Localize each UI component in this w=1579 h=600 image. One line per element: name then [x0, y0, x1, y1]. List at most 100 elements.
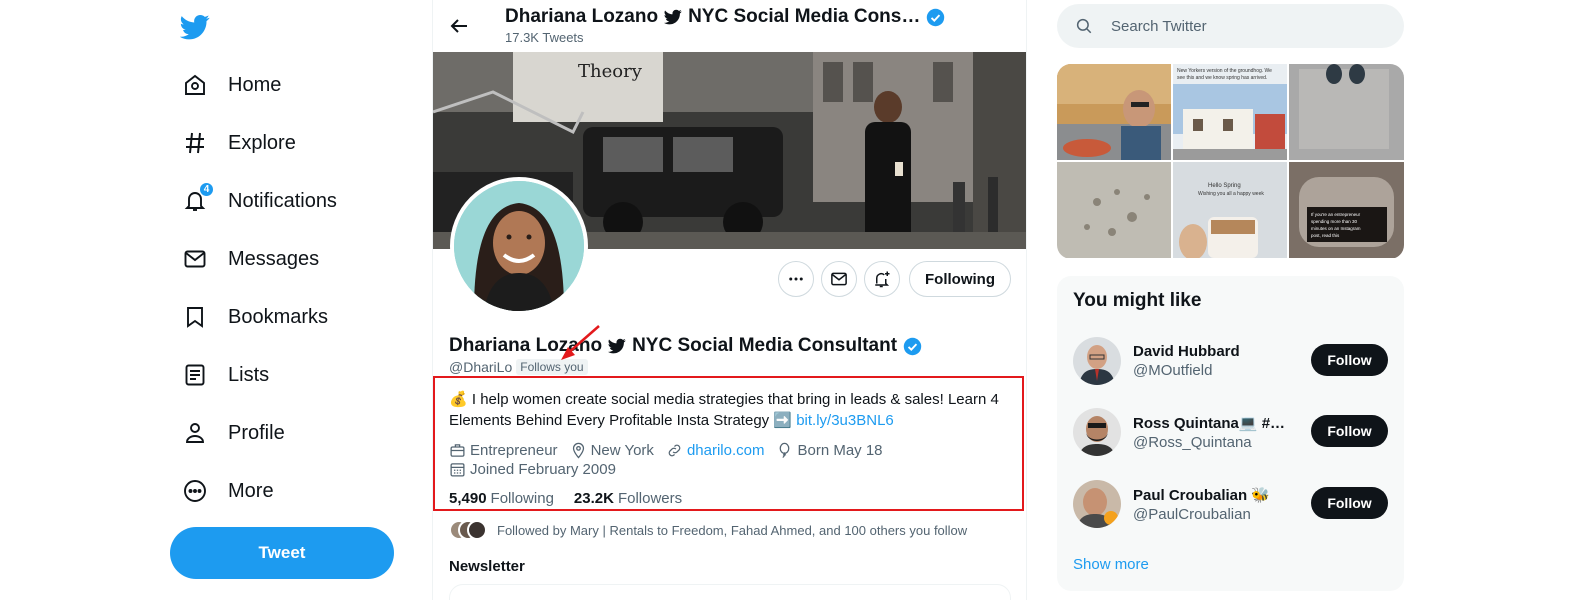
newsletter-card[interactable]	[449, 584, 1011, 600]
header-display-name: Dhariana Lozano NYC Social Media Cons…	[505, 6, 945, 28]
mutual-avatar	[467, 520, 487, 540]
suggested-user[interactable]: Paul Croubalian 🐝 @PaulCroubalian Follow	[1073, 476, 1388, 532]
profile-bio: 💰 I help women create social media strat…	[449, 389, 1009, 431]
nav-notifications[interactable]: 4 Notifications	[170, 177, 349, 225]
bird-emoji-icon	[608, 337, 626, 355]
header-name-suffix: NYC Social Media Cons…	[688, 6, 921, 27]
follow-stats: 5,490 Following 23.2K Followers	[449, 490, 702, 507]
category-text: Entrepreneur	[470, 442, 558, 459]
who-to-follow-title: You might like	[1073, 290, 1202, 311]
nav-lists-label: Lists	[228, 363, 270, 386]
profile-column: Dhariana Lozano NYC Social Media Cons… 1…	[432, 0, 1027, 600]
bell-plus-icon	[873, 270, 891, 288]
suggested-user[interactable]: David Hubbard @MOutfield Follow	[1073, 333, 1388, 389]
nav-more-label: More	[228, 479, 274, 502]
arrow-emoji: ➡️	[773, 412, 793, 429]
website-item: dharilo.com	[666, 442, 765, 459]
joined-item: Joined February 2009	[449, 461, 616, 478]
tile-caption: Hello Spring	[1208, 183, 1241, 189]
media-tile[interactable]: New Yorkers version of the groundhog. We…	[1173, 64, 1287, 160]
link-icon	[668, 444, 681, 457]
suggested-user-name: Paul Croubalian 🐝	[1133, 486, 1271, 504]
followed-by-text: Followed by Mary | Rentals to Freedom, F…	[497, 522, 968, 538]
bio-link[interactable]: bit.ly/3u3BNL6	[796, 412, 894, 429]
location-pin-icon	[572, 442, 584, 459]
follow-button[interactable]: Follow	[1311, 344, 1388, 376]
location-item: New York	[570, 442, 654, 459]
hashtag-icon	[182, 130, 208, 156]
list-icon	[182, 362, 208, 388]
suggested-user[interactable]: Ross Quintana💻 #A… @Ross_Quintana Follow	[1073, 404, 1388, 460]
website-link[interactable]: dharilo.com	[687, 442, 765, 459]
nav-explore-label: Explore	[228, 131, 296, 154]
nav-home[interactable]: Home	[170, 61, 293, 109]
nav-notifications-label: Notifications	[228, 189, 337, 212]
nav-bookmarks-label: Bookmarks	[228, 305, 329, 328]
followers-count: 23.2K	[573, 490, 614, 507]
profile-avatar[interactable]	[450, 177, 588, 315]
tile-caption-line2: spending more than 30	[1311, 219, 1358, 224]
tile-caption: If you're an entrepreneur	[1311, 212, 1361, 217]
followed-by-row[interactable]: Followed by Mary | Rentals to Freedom, F…	[449, 520, 967, 540]
notify-button[interactable]	[864, 261, 900, 297]
bio-text: I help women create social media strateg…	[449, 391, 999, 429]
bookmark-icon	[182, 304, 208, 330]
profile-name-suffix: NYC Social Media Consultant	[632, 335, 898, 356]
birthday-item: Born May 18	[776, 442, 883, 459]
location-text: New York	[590, 442, 654, 459]
who-to-follow-panel: You might like David Hubbard @MOutfield …	[1057, 276, 1404, 591]
header-name-text: Dhariana Lozano	[505, 6, 659, 27]
nav-explore[interactable]: Explore	[170, 119, 308, 167]
more-options-button[interactable]	[778, 261, 814, 297]
tweet-count: 17.3K Tweets	[505, 30, 584, 45]
following-count-link[interactable]: 5,490 Following	[449, 490, 554, 507]
birthday-text: Born May 18	[797, 442, 883, 459]
profile-metadata: Entrepreneur New York dharilo.com Born M…	[449, 441, 1009, 479]
person-icon	[182, 420, 208, 446]
profile-media-grid: New Yorkers version of the groundhog. We…	[1057, 64, 1404, 259]
show-more-link[interactable]: Show more	[1073, 556, 1149, 573]
verified-badge-icon	[903, 337, 922, 356]
tile-caption-line2: see this and we know spring has arrived.	[1177, 75, 1267, 81]
bell-icon: 4	[182, 182, 214, 214]
profile-handle-row: @DhariLo Follows you	[449, 359, 588, 375]
more-circle-icon	[182, 478, 208, 504]
suggested-user-avatar	[1073, 480, 1121, 528]
tile-caption: New Yorkers version of the groundhog. We	[1177, 68, 1272, 74]
followers-count-link[interactable]: 23.2K Followers	[574, 490, 682, 507]
joined-text: Joined February 2009	[470, 461, 616, 478]
back-arrow-icon[interactable]	[447, 14, 471, 38]
media-tile[interactable]	[1057, 162, 1171, 258]
suggested-user-name: Ross Quintana💻 #A…	[1133, 414, 1293, 432]
suggested-user-handle: @MOutfield	[1133, 362, 1213, 379]
media-tile[interactable]: If you're an entrepreneur spending more t…	[1289, 162, 1404, 258]
nav-profile-label: Profile	[228, 421, 285, 444]
search-icon	[1075, 17, 1093, 35]
nav-profile[interactable]: Profile	[170, 409, 297, 457]
nav-messages-label: Messages	[228, 247, 320, 270]
twitter-logo-icon[interactable]	[179, 12, 210, 42]
search-input[interactable]	[1111, 17, 1371, 35]
suggested-user-handle: @PaulCroubalian	[1133, 505, 1251, 523]
nav-lists[interactable]: Lists	[170, 351, 281, 399]
suggested-user-name: David Hubbard	[1133, 343, 1240, 360]
suggested-user-avatar	[1073, 408, 1121, 456]
nav-more[interactable]: More	[170, 467, 286, 515]
nav-messages[interactable]: Messages	[170, 235, 331, 283]
profile-handle: @DhariLo	[449, 359, 513, 375]
nav-bookmarks[interactable]: Bookmarks	[170, 293, 340, 341]
tile-caption-line4: post, read this	[1311, 233, 1340, 238]
media-tile[interactable]	[1057, 64, 1171, 160]
tile-caption-line2: Wishing you all a happy week	[1198, 191, 1264, 197]
follow-button[interactable]: Follow	[1311, 415, 1388, 447]
media-tile[interactable]	[1289, 64, 1404, 160]
tweet-button[interactable]: Tweet	[170, 527, 394, 579]
money-bag-emoji: 💰	[449, 391, 468, 408]
media-tile[interactable]: Hello Spring Wishing you all a happy week	[1173, 162, 1287, 258]
search-bar[interactable]	[1057, 4, 1404, 48]
following-button[interactable]: Following	[909, 261, 1011, 297]
following-label: Following	[490, 490, 554, 507]
message-button[interactable]	[821, 261, 857, 297]
briefcase-icon	[450, 444, 465, 457]
follow-button[interactable]: Follow	[1311, 487, 1388, 519]
